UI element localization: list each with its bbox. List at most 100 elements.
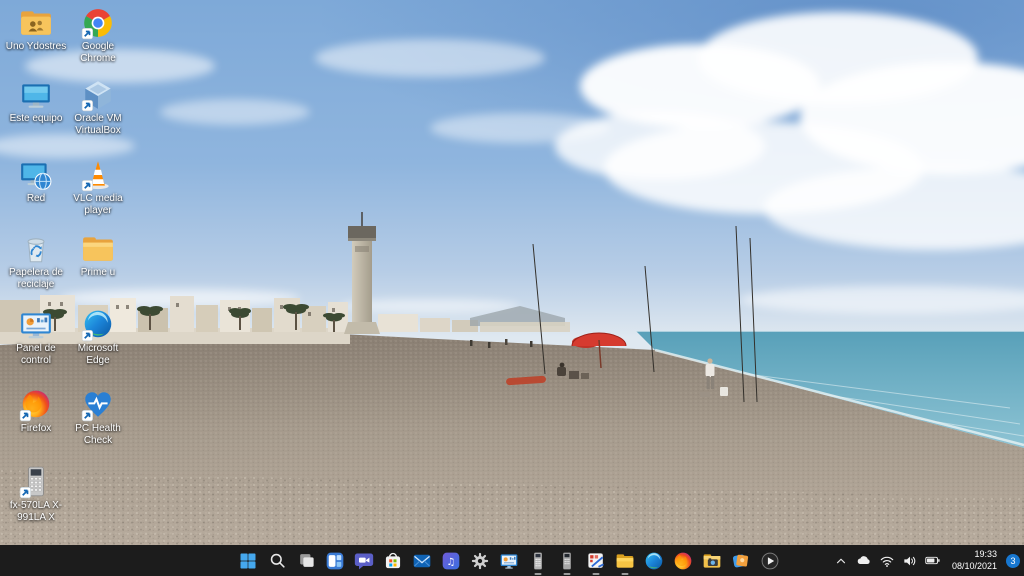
edge-icon <box>644 551 664 571</box>
windows-start-icon <box>238 551 258 571</box>
calculator-icon <box>19 465 53 499</box>
calculator-emulator-icon <box>557 551 577 571</box>
desktop-icon-recycle-bin[interactable]: Papelera de reciclaje <box>5 232 67 290</box>
tray-battery-button[interactable] <box>924 552 942 570</box>
file-explorer-button[interactable] <box>613 549 637 573</box>
running-indicator <box>564 573 571 575</box>
tray-wifi-button[interactable] <box>878 552 896 570</box>
task-view-button[interactable] <box>294 549 318 573</box>
desktop-icon-label: Oracle VM VirtualBox <box>67 113 129 136</box>
mail-button[interactable] <box>410 549 434 573</box>
widgets-icon <box>325 551 345 571</box>
start-button[interactable] <box>236 549 260 573</box>
desktop-icon-google-chrome[interactable]: Google Chrome <box>67 6 129 64</box>
widgets-button[interactable] <box>323 549 347 573</box>
svg-text:♫: ♫ <box>447 556 456 567</box>
desktop-icon-label: Firefox <box>21 423 52 435</box>
tray-volume-button[interactable] <box>901 552 919 570</box>
desktop-icon-este-equipo[interactable]: Este equipo <box>5 78 67 125</box>
settings-gear-icon <box>470 551 490 571</box>
edge-icon <box>81 308 115 342</box>
network-icon <box>19 158 53 192</box>
volume-icon <box>902 553 918 569</box>
task-view-icon <box>297 551 316 570</box>
desktop-icon-label: Microsoft Edge <box>67 343 129 366</box>
clock-time: 19:33 <box>952 549 997 560</box>
shared-folder-icon <box>19 6 53 40</box>
battery-icon <box>924 552 941 569</box>
onedrive-cloud-icon <box>855 552 872 569</box>
groove-music-button[interactable]: ♫ <box>439 549 463 573</box>
desktop-icon-label: Papelera de reciclaje <box>5 267 67 290</box>
calculator-emulator-2-button[interactable] <box>555 549 579 573</box>
classwiz-emulator-icon <box>586 551 606 571</box>
search-icon <box>268 551 287 570</box>
media-player-button[interactable] <box>758 549 782 573</box>
chevron-up-icon <box>834 554 848 568</box>
taskbar-center-icons: ♫ <box>236 545 782 576</box>
running-indicator <box>622 573 629 575</box>
desktop-icon-label: VLC media player <box>67 193 129 216</box>
edge-button[interactable] <box>642 549 666 573</box>
desktop-icon-network[interactable]: Red <box>5 158 67 205</box>
running-indicator <box>535 573 542 575</box>
desktop-icon-label: Prime u <box>81 267 115 279</box>
firefox-button[interactable] <box>671 549 695 573</box>
wifi-icon <box>879 553 895 569</box>
calculator-emulator-icon <box>528 551 548 571</box>
groove-music-icon: ♫ <box>441 551 461 571</box>
vlc-icon <box>81 158 115 192</box>
photos-button[interactable] <box>729 549 753 573</box>
media-player-play-icon <box>760 551 780 571</box>
desktop-icon-uno-ydostres[interactable]: Uno Ydostres <box>5 6 67 53</box>
chat-button[interactable] <box>352 549 376 573</box>
clock[interactable]: 19:33 08/10/2021 <box>952 549 997 572</box>
chat-camera-icon <box>354 551 374 571</box>
photos-folder-button[interactable] <box>700 549 724 573</box>
desktop-icon-label: Red <box>27 193 45 205</box>
file-explorer-icon <box>615 551 635 571</box>
tray-chevron-up-button[interactable] <box>832 552 850 570</box>
virtualbox-icon <box>81 78 115 112</box>
desktop-icon-label: Panel de control <box>5 343 67 366</box>
desktop-icon-vlc[interactable]: VLC media player <box>67 158 129 216</box>
control-panel-icon <box>19 308 53 342</box>
desktop-icon-label: fx-570LA X-991LA X <box>5 500 67 523</box>
desktop-icon-panel-de-control[interactable]: Panel de control <box>5 308 67 366</box>
desktop-icon-label: Uno Ydostres <box>6 41 66 53</box>
tray-onedrive-button[interactable] <box>855 552 873 570</box>
microsoft-store-icon <box>383 551 403 571</box>
folder-icon <box>81 232 115 266</box>
search-button[interactable] <box>265 549 289 573</box>
mail-icon <box>412 551 432 571</box>
chrome-icon <box>81 6 115 40</box>
pc-health-check-icon <box>81 388 115 422</box>
system-tray: 19:33 08/10/2021 3 <box>832 545 1020 576</box>
desktop: Uno Ydostres Google Chrome <box>0 0 1024 576</box>
wallpaper-beach-scene <box>0 0 1024 545</box>
classwiz-emulator-button[interactable] <box>584 549 608 573</box>
recycle-bin-icon <box>19 232 53 266</box>
desktop-icon-prime-folder[interactable]: Prime u <box>67 232 129 279</box>
desktop-icon-virtualbox[interactable]: Oracle VM VirtualBox <box>67 78 129 136</box>
calculator-emulator-1-button[interactable] <box>526 549 550 573</box>
desktop-icon-pc-health-check[interactable]: PC Health Check <box>67 388 129 446</box>
running-indicator <box>593 573 600 575</box>
clock-date: 08/10/2021 <box>952 561 997 572</box>
settings-button[interactable] <box>468 549 492 573</box>
photos-app-icon <box>731 551 751 571</box>
notification-badge[interactable]: 3 <box>1006 554 1020 568</box>
control-panel-button[interactable] <box>497 549 521 573</box>
desktop-icon-label: Google Chrome <box>67 41 129 64</box>
desktop-icon-casio-emulator[interactable]: fx-570LA X-991LA X <box>5 465 67 523</box>
firefox-icon <box>673 551 693 571</box>
microsoft-store-button[interactable] <box>381 549 405 573</box>
control-panel-icon <box>499 551 519 571</box>
photos-folder-camera-icon <box>702 551 722 571</box>
taskbar: ♫ <box>0 545 1024 576</box>
desktop-icon-label: PC Health Check <box>67 423 129 446</box>
desktop-icon-label: Este equipo <box>10 113 63 125</box>
desktop-icon-firefox[interactable]: Firefox <box>5 388 67 435</box>
desktop-icon-microsoft-edge[interactable]: Microsoft Edge <box>67 308 129 366</box>
this-pc-icon <box>19 78 53 112</box>
